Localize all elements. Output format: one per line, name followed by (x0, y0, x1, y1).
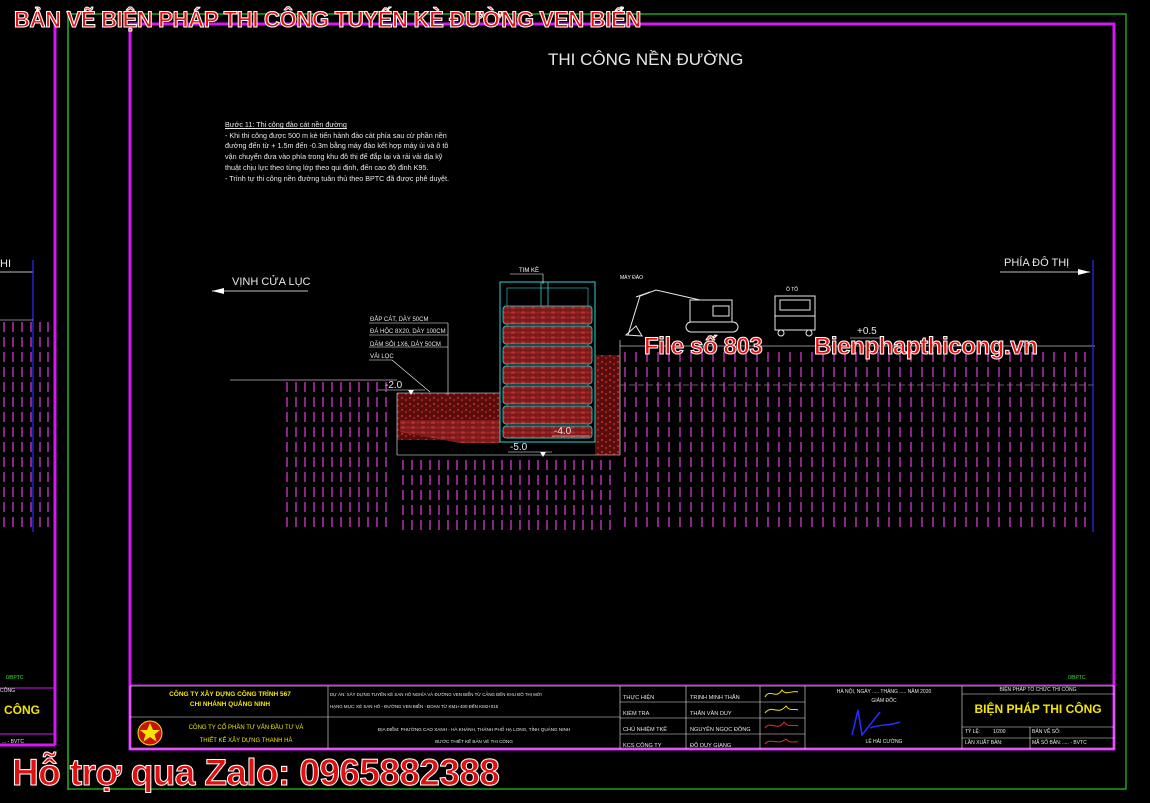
drawing-canvas (0, 10, 1127, 790)
left-sheet-frame (0, 10, 69, 790)
zalo-support: Hỗ trợ qua Zalo: 0965882388 (11, 752, 500, 794)
contractor-block: CÔNG TY XÂY DỰNG CÔNG TRÌNH 567 CHI NHÁN… (132, 690, 328, 710)
design-stage: BƯỚC THIẾT KẾ BẢN VẼ THI CÔNG (435, 739, 513, 744)
label-may-dao: MÁY ĐÀO (620, 275, 643, 281)
label-o-to: Ô TÔ (786, 287, 799, 293)
banner-title: BẢN VẼ BIỆN PHÁP THI CÔNG TUYẾN KÈ ĐƯỜNG… (14, 7, 642, 33)
sheet-title: THI CÔNG NỀN ĐƯỜNG (548, 50, 744, 69)
left-sheet-header: CÔNG (0, 688, 15, 694)
contractor-name: CÔNG TY XÂY DỰNG CÔNG TRÌNH 567 (169, 691, 291, 698)
project-item: HẠNG MỤC: KÈ SAN HÔ - ĐƯỜNG VEN BIỂN - Đ… (330, 704, 499, 709)
contractor-branch: CHI NHÁNH QUẢNG NINH (189, 701, 271, 708)
notes-line: vận chuyển đưa vào phía trong khu đô thị… (225, 152, 443, 162)
consultant-name: CÔNG TY CỔ PHẦN TƯ VẤN ĐẦU TƯ VÀ (188, 725, 304, 731)
notes-line: thuật chịu lực theo từng lớp theo qui đị… (225, 162, 429, 172)
consultant-name-2: THIẾT KẾ XÂY DỰNG THANH HÀ (199, 738, 293, 744)
scale-label: TỶ LỆ: (965, 729, 981, 735)
company-logo (137, 720, 163, 746)
layer-label: DĂM SỎI 1X6, DÀY 50CM (370, 341, 441, 348)
layer-label: ĐẮP CÁT, DÀY 50CM (370, 317, 429, 323)
code-value: ..... - BVTC (1062, 740, 1087, 746)
role-label: KIỂM TRA (623, 711, 650, 717)
approval-block: HÀ NỘI, NGÀY ..... THÁNG ..... NĂM 2020 … (810, 688, 958, 706)
drawing-title: BIỆN PHÁP THI CÔNG (974, 702, 1102, 716)
date-line: HÀ NỘI, NGÀY ..... THÁNG ..... NĂM 2020 (836, 689, 932, 695)
label-tim-ke: TIM KÈ (519, 268, 540, 274)
location-block: ĐỊA ĐIỂM: PHƯỜNG CAO XANH - HÀ KHÁNH, TH… (330, 724, 618, 748)
elevation-minus-2: -2.0 (385, 380, 403, 391)
director-name: LÊ HẢI CƯỜNG (865, 739, 903, 745)
project-block: DỰ ÁN: XÂY DỰNG TUYẾN KÈ SAN HÔ NGHĨA VÀ… (330, 689, 618, 713)
notes-heading: Bước 11: Thi công đào cát nền đường (225, 120, 347, 129)
role-label: KCS CÔNG TY (623, 743, 662, 749)
roles-column: THỰC HIỆN KIỂM TRA CHỦ NHIỆM TKẾ KCS CÔN… (623, 690, 667, 754)
elevation-minus-4: -4.0 (554, 426, 572, 437)
sea-wall (499, 273, 596, 443)
left-sheet-code-bottom: ... - BVTC (2, 739, 24, 745)
person-name: NGUYỄN NGỌC ĐÔNG (690, 727, 751, 733)
project-location: ĐỊA ĐIỂM: PHƯỜNG CAO XANH - HÀ KHÁNH, TH… (377, 727, 571, 732)
watermark-file: File số 803 (643, 333, 763, 361)
left-sheet-title: CÔNG (4, 703, 40, 717)
sheet-number-label: BẢN VẼ SỐ: (1032, 729, 1061, 735)
layer-label: VẢI LỌC (370, 353, 394, 360)
names-column: TRỊNH MINH THẮN THÂN VĂN DUY NGUYỄN NGỌC… (690, 690, 751, 754)
notes-line: - Khi thi công được 500 m kè tiến hành đ… (225, 130, 447, 140)
person-name: THÂN VĂN DUY (690, 711, 732, 717)
project-name: DỰ ÁN: XÂY DỰNG TUYẾN KÈ SAN HÔ NGHĨA VÀ… (330, 692, 542, 697)
role-label: THỰC HIỆN (623, 695, 655, 701)
scale-value: 1/200 (993, 729, 1006, 735)
notes-line: đường đến từ + 1.5m đến -0.3m bằng máy đ… (225, 141, 449, 151)
ground-lines (212, 260, 1095, 532)
label-sea-side: VỊNH CỬA LỤC (232, 276, 311, 288)
director-title: GIÁM ĐỐC (871, 698, 897, 704)
watermark-site: Bienphapthicong.vn (813, 333, 1038, 361)
layer-callout-list: ĐẮP CÁT, DÀY 50CM ĐÁ HỘC 8X20, DÀY 100CM… (370, 314, 446, 363)
truck-drawing (774, 295, 816, 337)
construction-notes: Bước 11: Thi công đào cát nền đường - Kh… (225, 120, 449, 184)
layer-label: ĐÁ HỘC 8X20, DÀY 100CM (370, 329, 446, 336)
notes-line: - Trình tự thi công nền đường tuân thủ t… (225, 173, 450, 183)
person-name: TRỊNH MINH THẮN (690, 695, 740, 701)
elevation-minus-5: -5.0 (510, 442, 528, 453)
consultant-block: CÔNG TY CỔ PHẦN TƯ VẤN ĐẦU TƯ VÀ THIẾT K… (166, 722, 326, 748)
person-name: ĐỖ DUY GIANG (690, 743, 732, 749)
excavator-drawing (624, 289, 739, 337)
sheet-code-top: 0/BPTC (1068, 675, 1086, 681)
doc-header: BIỆN PHÁP TỔ CHỨC THI CÔNG (999, 687, 1077, 693)
issue-label: LẦN XUẤT BẢN: (965, 740, 1003, 746)
role-label: CHỦ NHIỆM TKẾ (623, 727, 668, 733)
label-city-side: PHÍA ĐÔ THỊ (1004, 257, 1070, 269)
code-label: MÃ SỐ BẢN: (1032, 740, 1062, 746)
label-left-edge: HI (0, 258, 11, 270)
left-sheet-code: 0/BPTC (6, 675, 24, 681)
